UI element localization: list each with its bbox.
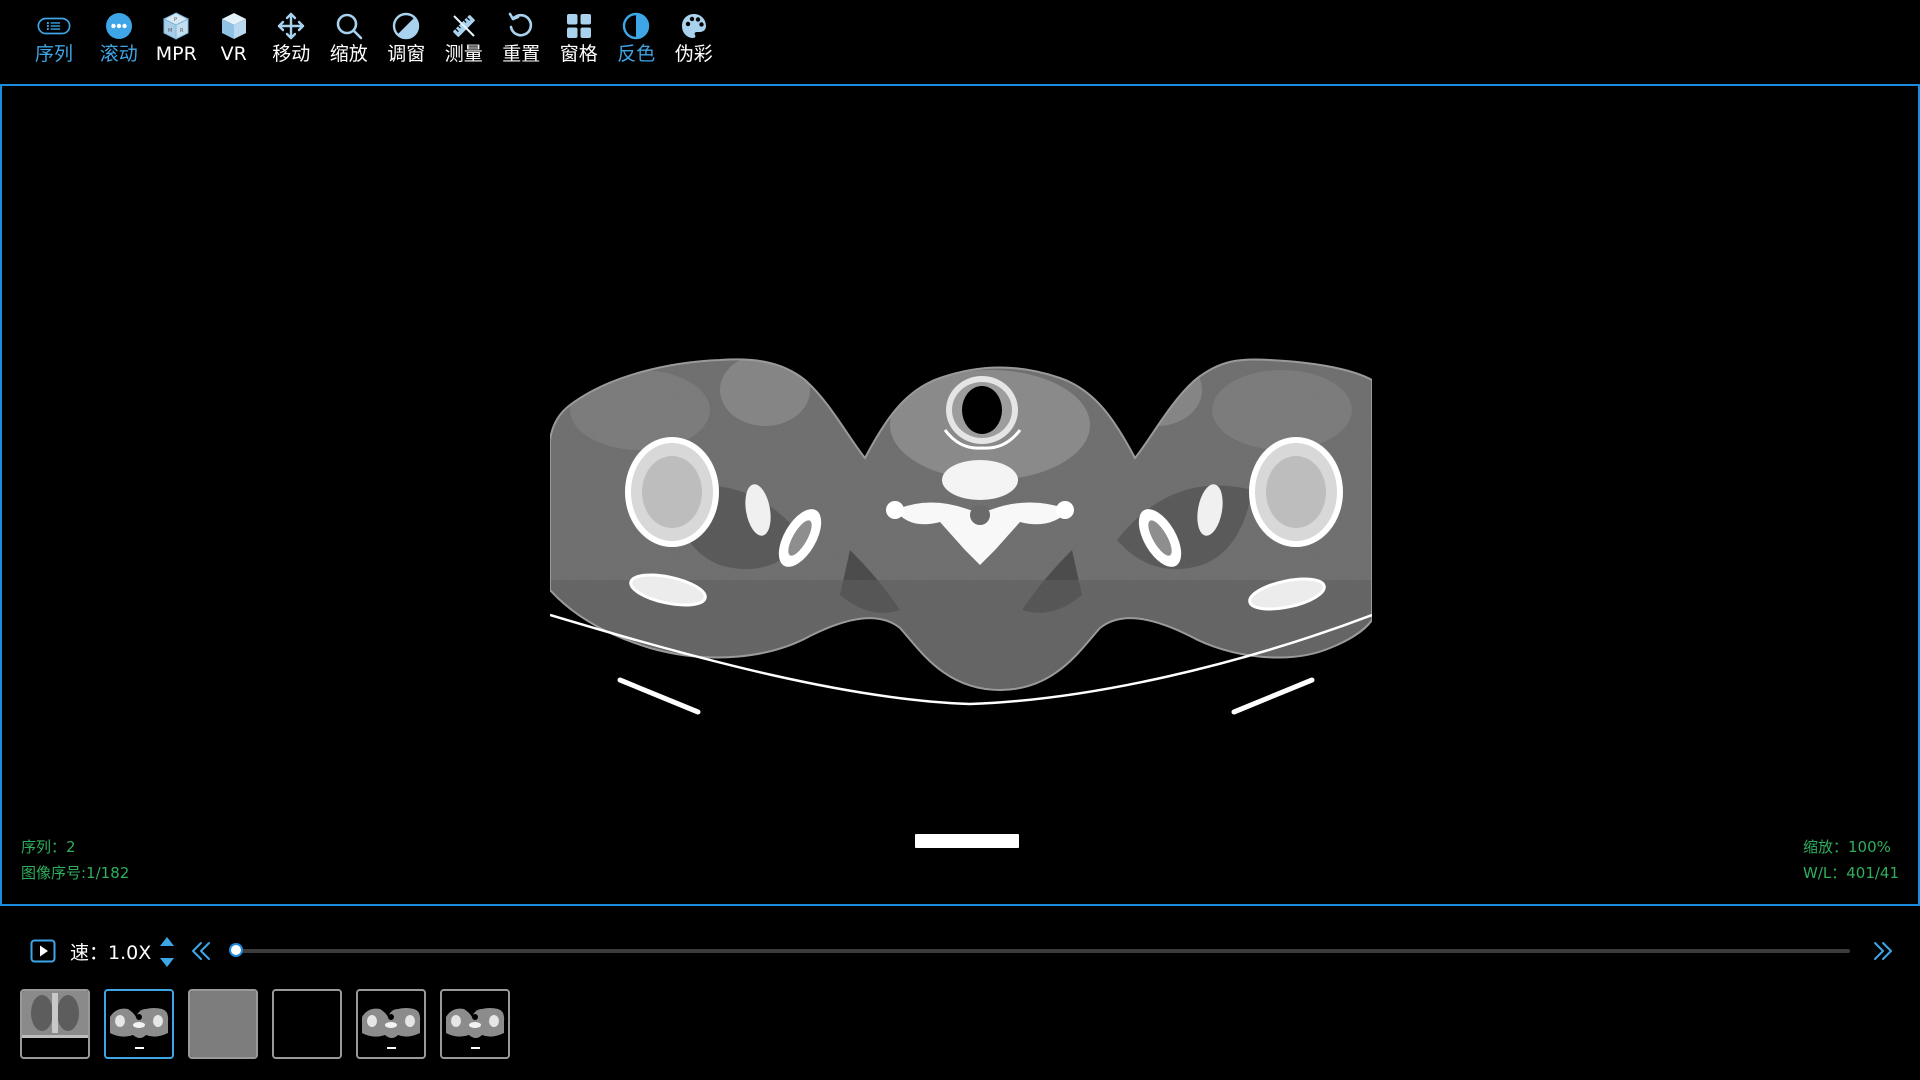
tool-measure-label: 测量 (444, 43, 483, 65)
overlay-bottom-right: 缩放：100% W/L：401/41 (1803, 834, 1899, 886)
speed-label: 速：1.0X (70, 942, 152, 964)
tool-reset-label: 重置 (502, 43, 541, 65)
playback-bar: 速：1.0X (0, 920, 1920, 980)
play-button[interactable] (30, 939, 56, 963)
tool-window-level[interactable]: 调窗 (378, 0, 436, 66)
axial-ct-thumbnail-image (106, 991, 172, 1057)
overlay-bottom-left: 序列：2 图像序号:1/182 (21, 834, 129, 886)
tool-mpr[interactable]: P M R MPR (148, 0, 206, 66)
toolbar: 序列 滚动 P M R MPR VR 移动 缩放 调窗 测量 重置 窗格 反色 … (0, 0, 1920, 84)
series-number-text: 序列：2 (21, 838, 76, 856)
window-level-text: W/L：401/41 (1802, 864, 1899, 882)
window-level-icon (389, 10, 423, 42)
double-chevron-left-icon (192, 942, 210, 960)
tool-pseudocolor[interactable]: 伪彩 (665, 0, 723, 66)
tool-pseudocolor-label: 伪彩 (674, 43, 713, 65)
tool-vr[interactable]: VR (205, 0, 263, 66)
series-thumbnail[interactable] (356, 989, 426, 1059)
zoom-icon (332, 10, 366, 42)
series-thumbnail[interactable] (104, 989, 174, 1059)
speed-stepper[interactable] (158, 934, 176, 970)
gray-thumbnail-image (190, 991, 256, 1057)
svg-text:M: M (168, 28, 172, 34)
palette-icon (677, 10, 711, 42)
frame-slider[interactable] (229, 943, 1850, 957)
cube-icon (217, 10, 251, 42)
reset-icon (504, 10, 538, 42)
tool-invert[interactable]: 反色 (608, 0, 666, 66)
tool-move[interactable]: 移动 (263, 0, 321, 66)
list-icon (37, 10, 71, 42)
tool-vr-label: VR (220, 43, 247, 65)
tool-move-label: 移动 (272, 43, 311, 65)
chest-xray-thumbnail-image (22, 991, 88, 1057)
svg-text:R: R (180, 28, 184, 34)
tool-scroll-label: 滚动 (99, 43, 138, 65)
tool-reset[interactable]: 重置 (493, 0, 551, 66)
frame-slider-handle[interactable] (229, 943, 243, 957)
svg-text:P: P (174, 17, 177, 23)
tool-zoom[interactable]: 缩放 (320, 0, 378, 66)
series-thumbnail[interactable] (188, 989, 258, 1059)
grid-icon (562, 10, 596, 42)
ruler-icon (447, 10, 481, 42)
tool-scroll[interactable]: 滚动 (90, 0, 148, 66)
play-icon (30, 939, 56, 963)
tool-measure[interactable]: 测量 (435, 0, 493, 66)
series-thumbnail-strip (20, 989, 510, 1059)
previous-button[interactable] (190, 940, 212, 962)
zoom-level-text: 缩放：100% (1802, 838, 1891, 856)
next-button[interactable] (1872, 940, 1894, 962)
ct-axial-image (550, 358, 1372, 848)
invert-icon (619, 10, 653, 42)
empty-thumbnail-image (274, 991, 340, 1057)
tool-series[interactable]: 序列 (24, 0, 84, 66)
tool-zoom-label: 缩放 (329, 43, 368, 65)
scroll-icon (102, 10, 136, 42)
image-index-text: 图像序号:1/182 (21, 864, 130, 882)
tool-layout-label: 窗格 (559, 43, 598, 65)
tool-series-label: 序列 (34, 43, 73, 65)
image-viewport[interactable]: 序列：2 图像序号:1/182 缩放：100% W/L：401/41 (0, 84, 1920, 906)
double-chevron-right-icon (1874, 942, 1892, 960)
axial-ct-thumbnail-image (358, 991, 424, 1057)
series-thumbnail[interactable] (20, 989, 90, 1059)
tool-mpr-label: MPR (155, 43, 197, 65)
series-thumbnail[interactable] (440, 989, 510, 1059)
move-icon (274, 10, 308, 42)
mpr-icon: P M R (159, 10, 193, 42)
speed-down-icon[interactable] (160, 958, 174, 967)
tool-layout[interactable]: 窗格 (550, 0, 608, 66)
axial-ct-thumbnail-image (442, 991, 508, 1057)
tool-window-level-label: 调窗 (387, 43, 426, 65)
speed-up-icon[interactable] (160, 937, 174, 946)
series-thumbnail[interactable] (272, 989, 342, 1059)
tool-invert-label: 反色 (617, 43, 656, 65)
